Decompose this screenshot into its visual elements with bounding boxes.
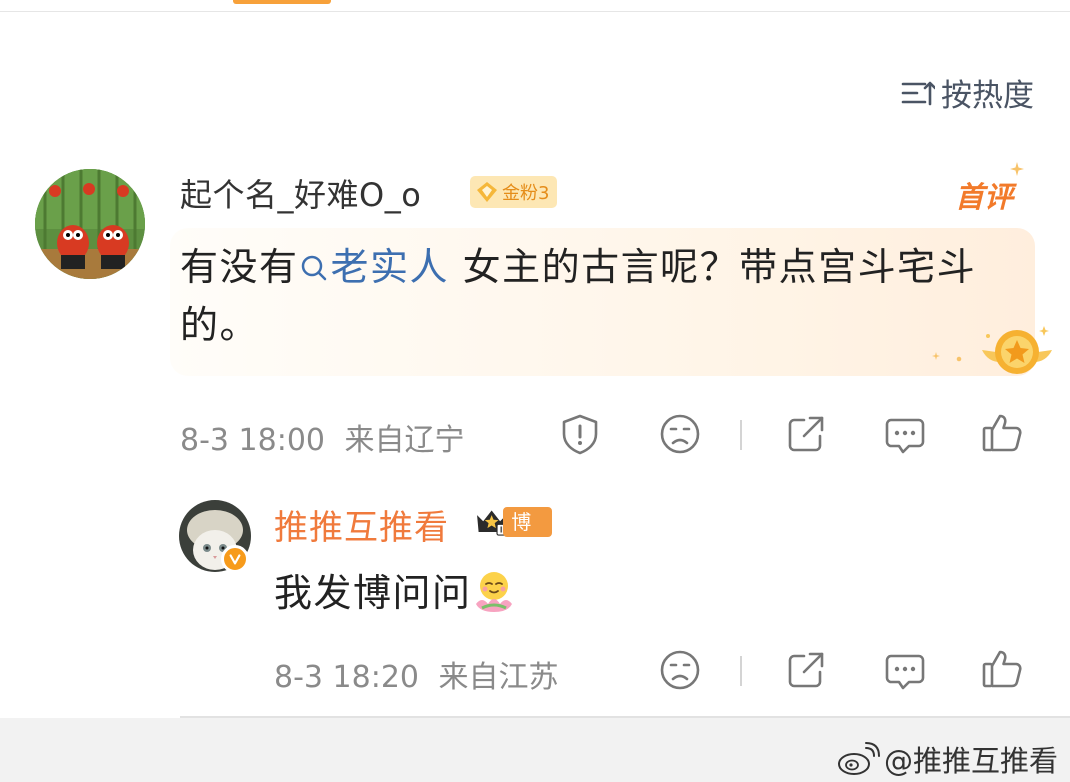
blogger-tag: 博主 — [503, 507, 552, 564]
comment-text-before: 有没有 — [180, 245, 299, 289]
fan-level-label: 金粉3 — [502, 183, 550, 204]
verified-v-icon — [229, 554, 241, 565]
avatar[interactable] — [35, 169, 145, 279]
sparkle-icon — [1010, 162, 1024, 176]
blogger-badge: II 博主 — [474, 503, 552, 564]
like-button[interactable] — [980, 410, 1024, 454]
dislike-icon — [660, 414, 700, 454]
reply-user-name[interactable]: 推推互推看 — [274, 500, 449, 549]
dislike-icon — [660, 650, 700, 690]
report-button[interactable] — [558, 412, 602, 456]
weibo-logo-icon — [837, 742, 880, 775]
report-icon — [562, 414, 598, 455]
like-icon — [982, 650, 1022, 688]
comment-text: 有没有 老实人 女主的古言呢？带点宫斗宅斗的。 — [180, 238, 1010, 354]
action-divider — [740, 420, 742, 450]
action-divider — [740, 656, 742, 686]
reply-time: 8-3 18:20 — [274, 660, 419, 695]
topic-label: 老实人 — [330, 245, 450, 289]
top-divider — [0, 11, 1070, 12]
comment-icon — [885, 654, 925, 690]
lotus-emoji-icon — [475, 572, 512, 612]
verified-badge — [221, 545, 249, 573]
like-icon — [982, 414, 1022, 452]
comment-location: 来自辽宁 — [344, 423, 465, 458]
reply-text-content: 我发博问问 — [274, 571, 472, 615]
share-button[interactable] — [784, 412, 828, 456]
active-tab-indicator — [233, 0, 331, 4]
reply-share-button[interactable] — [784, 648, 828, 692]
sparkle-icon — [956, 356, 962, 362]
sort-icon — [901, 81, 935, 105]
comment-time: 8-3 18:00 — [180, 423, 325, 458]
topic-link[interactable]: 老实人 — [299, 245, 450, 289]
reply-like-button[interactable] — [980, 646, 1024, 690]
medal-icon — [982, 326, 1052, 374]
fan-level-badge[interactable]: 金粉3 — [470, 176, 558, 208]
first-comment-tag: 首评 — [955, 180, 1014, 214]
comment-icon — [885, 418, 925, 454]
reply-dislike-button[interactable] — [658, 648, 702, 692]
dislike-button[interactable] — [658, 412, 702, 456]
diamond-icon — [477, 182, 497, 202]
share-icon — [788, 652, 824, 688]
reply-location: 来自江苏 — [438, 660, 559, 695]
reply-comment-button[interactable] — [883, 648, 927, 692]
sparkle-icon — [932, 352, 940, 360]
comment-meta: 8-3 18:00 来自辽宁 — [180, 415, 465, 459]
sort-label: 按热度 — [941, 78, 1034, 114]
reply-button[interactable] — [883, 412, 927, 456]
watermark-text: @推推互推看 — [883, 744, 1058, 778]
share-icon — [788, 416, 824, 452]
comment-user-name[interactable]: 起个名_好难O_o — [180, 170, 421, 216]
reply-text: 我发博问问 — [274, 562, 516, 617]
search-icon — [301, 255, 326, 281]
sort-by-hot-button[interactable]: 按热度 — [901, 70, 1034, 115]
watermark: @推推互推看 — [836, 738, 1058, 780]
reply-meta: 8-3 18:20 来自江苏 — [274, 652, 559, 696]
